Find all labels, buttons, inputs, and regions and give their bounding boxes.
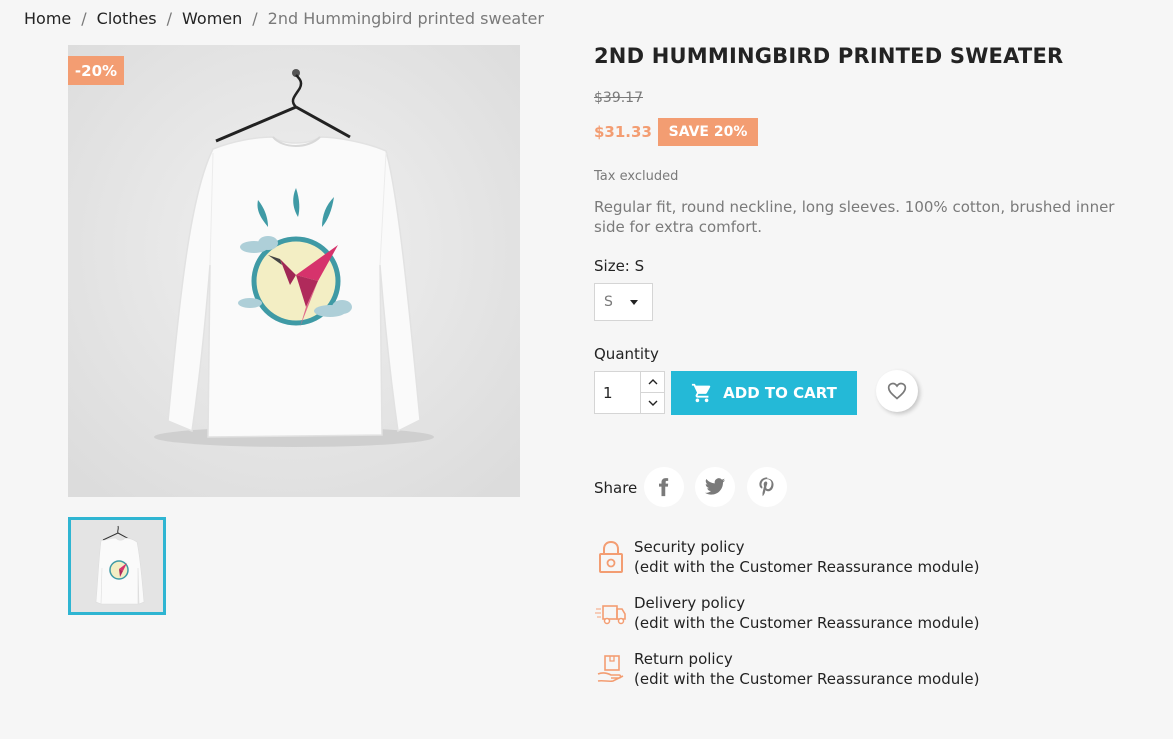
quantity-label: Quantity: [594, 345, 659, 363]
share-facebook-button[interactable]: [644, 467, 684, 507]
reassurance-title: Delivery policy: [634, 594, 746, 612]
size-select-value: S: [604, 294, 613, 310]
product-thumbnail[interactable]: [68, 517, 166, 615]
add-to-cart-label: ADD TO CART: [723, 384, 837, 402]
thumbnail-image: [71, 520, 163, 612]
heart-icon: [887, 382, 907, 400]
discount-badge: SAVE 20%: [658, 118, 758, 146]
quantity-input[interactable]: 1: [594, 371, 641, 414]
facebook-icon: [659, 478, 669, 497]
pinterest-icon: [759, 477, 774, 497]
breadcrumb-current: 2nd Hummingbird printed sweater: [267, 9, 544, 28]
wishlist-button[interactable]: [876, 370, 918, 412]
quantity-decrease-button[interactable]: [640, 392, 665, 414]
breadcrumb-separator: /: [81, 9, 87, 28]
lock-icon: [594, 537, 628, 577]
breadcrumb: Home / Clothes / Women / 2nd Hummingbird…: [24, 9, 544, 28]
size-label: Size: S: [594, 257, 645, 275]
tax-label: Tax excluded: [594, 169, 679, 184]
reassurance-delivery[interactable]: Delivery policy (edit with the Customer …: [594, 593, 980, 633]
breadcrumb-separator: /: [166, 9, 173, 28]
shopping-cart-icon: [692, 383, 711, 403]
product-title: 2ND HUMMINGBIRD PRINTED SWEATER: [594, 44, 1064, 68]
return-icon: [594, 649, 628, 689]
size-select[interactable]: S: [594, 283, 653, 321]
product-main-image[interactable]: [68, 45, 520, 497]
reassurance-title: Return policy: [634, 650, 733, 668]
current-price: $31.33: [594, 123, 652, 141]
reassurance-subtitle: (edit with the Customer Reassurance modu…: [634, 670, 980, 688]
chevron-up-icon: [648, 379, 657, 385]
regular-price: $39.17: [594, 90, 643, 106]
share-label: Share: [594, 479, 638, 497]
breadcrumb-home[interactable]: Home: [24, 9, 71, 28]
breadcrumb-women[interactable]: Women: [182, 9, 242, 28]
share-pinterest-button[interactable]: [747, 467, 787, 507]
product-description: Regular fit, round neckline, long sleeve…: [594, 198, 1115, 236]
breadcrumb-clothes[interactable]: Clothes: [97, 9, 157, 28]
reassurance-return[interactable]: Return policy (edit with the Customer Re…: [594, 649, 980, 689]
sweater-illustration: [68, 45, 520, 497]
chevron-down-icon: [648, 400, 657, 406]
discount-flag: -20%: [68, 56, 124, 85]
reassurance-subtitle: (edit with the Customer Reassurance modu…: [634, 558, 980, 576]
breadcrumb-separator: /: [252, 9, 258, 28]
reassurance-subtitle: (edit with the Customer Reassurance modu…: [634, 614, 980, 632]
quantity-increase-button[interactable]: [640, 371, 665, 393]
share-twitter-button[interactable]: [695, 467, 735, 507]
reassurance-title: Security policy: [634, 538, 745, 556]
twitter-icon: [704, 478, 726, 495]
add-to-cart-button[interactable]: ADD TO CART: [671, 371, 857, 415]
caret-down-icon: [630, 300, 638, 305]
reassurance-security[interactable]: Security policy (edit with the Customer …: [594, 537, 980, 577]
truck-icon: [594, 593, 628, 633]
